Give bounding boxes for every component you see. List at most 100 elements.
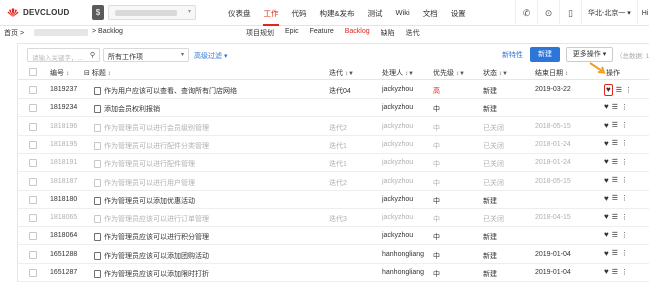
row-checkbox[interactable] <box>29 122 37 131</box>
nav-code[interactable]: 代码 <box>292 8 307 19</box>
row-id[interactable]: 1819234 <box>50 104 77 111</box>
tab-iterations[interactable]: 迭代 <box>406 28 420 38</box>
favorite-icon[interactable]: ♥ <box>604 176 609 185</box>
more-options-icon[interactable]: ⋮ <box>621 249 628 257</box>
favorite-icon[interactable]: ♥ <box>604 230 609 239</box>
row-checkbox[interactable] <box>29 250 37 259</box>
row-title[interactable]: 作为管理员可以添加优惠活动 <box>94 196 195 206</box>
more-options-icon[interactable]: ⋮ <box>621 268 628 276</box>
checklist-icon[interactable]: ☰ <box>612 103 618 111</box>
collapse-icon[interactable]: ⊟ <box>84 70 90 77</box>
more-options-icon[interactable]: ⋮ <box>621 194 628 202</box>
more-actions-button[interactable]: 更多操作 ▾ <box>566 47 613 62</box>
table-row[interactable]: 1818065 作为管理员应该可以进行订单管理 迭代3 jackyzhou 中 已关闭 20… <box>18 209 649 228</box>
row-id[interactable]: 1818065 <box>50 214 77 221</box>
tab-defects[interactable]: 缺陷 <box>381 28 395 38</box>
checklist-icon[interactable]: ☰ <box>612 268 618 276</box>
row-id[interactable]: 1818180 <box>50 196 77 203</box>
tab-feature[interactable]: Feature <box>310 28 334 38</box>
tab-epic[interactable]: Epic <box>285 28 299 38</box>
tab-project-planning[interactable]: 项目规划 <box>246 28 274 38</box>
row-checkbox[interactable] <box>29 86 37 94</box>
row-id[interactable]: 1818064 <box>50 232 77 239</box>
favorite-icon[interactable]: ♥ <box>604 157 609 166</box>
table-row[interactable]: 1818187 作为管理员可以进行用户管理 迭代2 jackyzhou 中 已关闭 2018… <box>18 173 649 191</box>
region-selector[interactable]: 华北-北京一 ▾ <box>581 0 637 26</box>
more-options-icon[interactable]: ⋮ <box>625 86 632 94</box>
project-icon[interactable]: $ <box>92 5 104 20</box>
row-id[interactable]: 1651287 <box>50 269 77 276</box>
new-feature-link[interactable]: 新特性 <box>502 50 523 60</box>
row-checkbox[interactable] <box>29 232 37 241</box>
nav-test[interactable]: 测试 <box>368 8 383 19</box>
table-row[interactable]: 1651287 作为管理员应该可以添加限时打折 hanhongliang 中 新建 201… <box>18 264 649 282</box>
col-status[interactable]: 状态 ↕▼ <box>483 68 508 78</box>
row-id[interactable]: 1818187 <box>50 178 77 185</box>
sort-icon[interactable]: ↕ <box>66 71 69 77</box>
nav-build-release[interactable]: 构建&发布 <box>320 8 355 19</box>
table-row[interactable]: 1818191 作为管理员可以进行配件管理 迭代1 jackyzhou 中 已关闭 2018… <box>18 154 649 173</box>
row-checkbox[interactable] <box>29 140 37 149</box>
tab-backlog[interactable]: Backlog <box>345 28 370 38</box>
row-title[interactable]: 作为管理员应该可以添加限时打折 <box>94 269 209 279</box>
checklist-icon[interactable]: ☰ <box>612 249 618 257</box>
col-priority[interactable]: 优先级 ↕▼ <box>433 68 465 78</box>
help-icon[interactable]: ⊙ <box>537 0 559 26</box>
col-assignee[interactable]: 处理人 ↕▼ <box>382 68 414 78</box>
more-options-icon[interactable]: ⋮ <box>621 121 628 129</box>
checklist-icon[interactable]: ☰ <box>612 176 618 184</box>
filter-icon[interactable]: ↕▼ <box>499 71 508 77</box>
col-end-date[interactable]: 结束日期 ↕ <box>535 68 568 78</box>
checklist-icon[interactable]: ☰ <box>616 86 622 94</box>
table-row[interactable]: 1818195 作为管理员可以进行配件分类管理 迭代1 jackyzhou 中 已关闭 20… <box>18 136 649 154</box>
more-options-icon[interactable]: ⋮ <box>621 176 628 184</box>
nav-docs[interactable]: 文档 <box>423 8 438 19</box>
favorite-icon[interactable]: ♥ <box>604 102 609 111</box>
filter-icon[interactable]: ↕▼ <box>456 71 465 77</box>
row-checkbox[interactable] <box>29 195 37 204</box>
row-checkbox[interactable] <box>29 159 37 168</box>
filter-icon[interactable]: ↕▼ <box>405 71 414 77</box>
col-title[interactable]: ⊟ 标题 ↕ <box>84 68 111 78</box>
advanced-filter-link[interactable]: 高级过滤 ▾ <box>194 51 227 61</box>
more-options-icon[interactable]: ⋮ <box>621 231 628 239</box>
row-title[interactable]: 作为管理员可以进行会员级别管理 <box>94 123 209 133</box>
row-checkbox[interactable] <box>29 214 37 223</box>
sort-icon[interactable]: ↕ <box>565 71 568 77</box>
row-title[interactable]: 作为管理员可以进行用户管理 <box>94 178 195 188</box>
row-checkbox[interactable] <box>29 177 37 186</box>
favorite-icon[interactable]: ♥ <box>604 267 609 276</box>
row-title[interactable]: 作为用户应该可以查看、查询所有门店网络 <box>94 86 237 96</box>
breadcrumb-home[interactable]: 首页 > <box>4 28 24 38</box>
search-icon[interactable]: ⚲ <box>90 51 95 59</box>
row-checkbox[interactable] <box>29 104 37 113</box>
row-title[interactable]: 作为管理员应该可以进行积分管理 <box>94 232 209 242</box>
table-row[interactable]: 1819237 作为用户应该可以查看、查询所有门店网络 迭代04 jackyzhou 高… <box>18 81 649 99</box>
row-id[interactable]: 1819237 <box>50 86 77 93</box>
table-row[interactable]: 1818196 作为管理员可以进行会员级别管理 迭代2 jackyzhou 中 已关闭 20… <box>18 118 649 136</box>
row-id[interactable]: 1651288 <box>50 251 77 258</box>
col-id[interactable]: 编号 ↕ <box>50 68 69 78</box>
more-options-icon[interactable]: ⋮ <box>621 139 628 147</box>
row-checkbox[interactable] <box>29 269 37 277</box>
user-menu[interactable]: Hi jac <box>636 0 649 26</box>
checklist-icon[interactable]: ☰ <box>612 231 618 239</box>
row-id[interactable]: 1818196 <box>50 123 77 130</box>
favorite-icon[interactable]: ♥ <box>604 139 609 148</box>
checklist-icon[interactable]: ☰ <box>612 158 618 166</box>
select-all-checkbox[interactable] <box>29 68 37 76</box>
row-title[interactable]: 作为管理员可以进行配件管理 <box>94 159 195 169</box>
breadcrumb-project-redacted[interactable] <box>34 29 88 36</box>
more-options-icon[interactable]: ⋮ <box>621 158 628 166</box>
checklist-icon[interactable]: ☰ <box>612 194 618 202</box>
table-row[interactable]: 1818064 作为管理员应该可以进行积分管理 jackyzhou 中 新建 ♥ ☰ ⋮ <box>18 227 649 246</box>
project-selector[interactable]: ▾ <box>108 5 196 20</box>
new-button[interactable]: 新建 <box>530 47 560 62</box>
row-title[interactable]: 作为管理员应该可以进行订单管理 <box>94 214 209 224</box>
logo[interactable]: DEVCLOUD <box>6 7 70 18</box>
checklist-icon[interactable]: ☰ <box>612 121 618 129</box>
nav-dashboard[interactable]: 仪表盘 <box>228 8 251 19</box>
favorite-icon[interactable]: ♥ <box>604 194 609 203</box>
nav-settings[interactable]: 设置 <box>451 8 466 19</box>
row-title[interactable]: 作为管理员可以进行配件分类管理 <box>94 141 209 151</box>
